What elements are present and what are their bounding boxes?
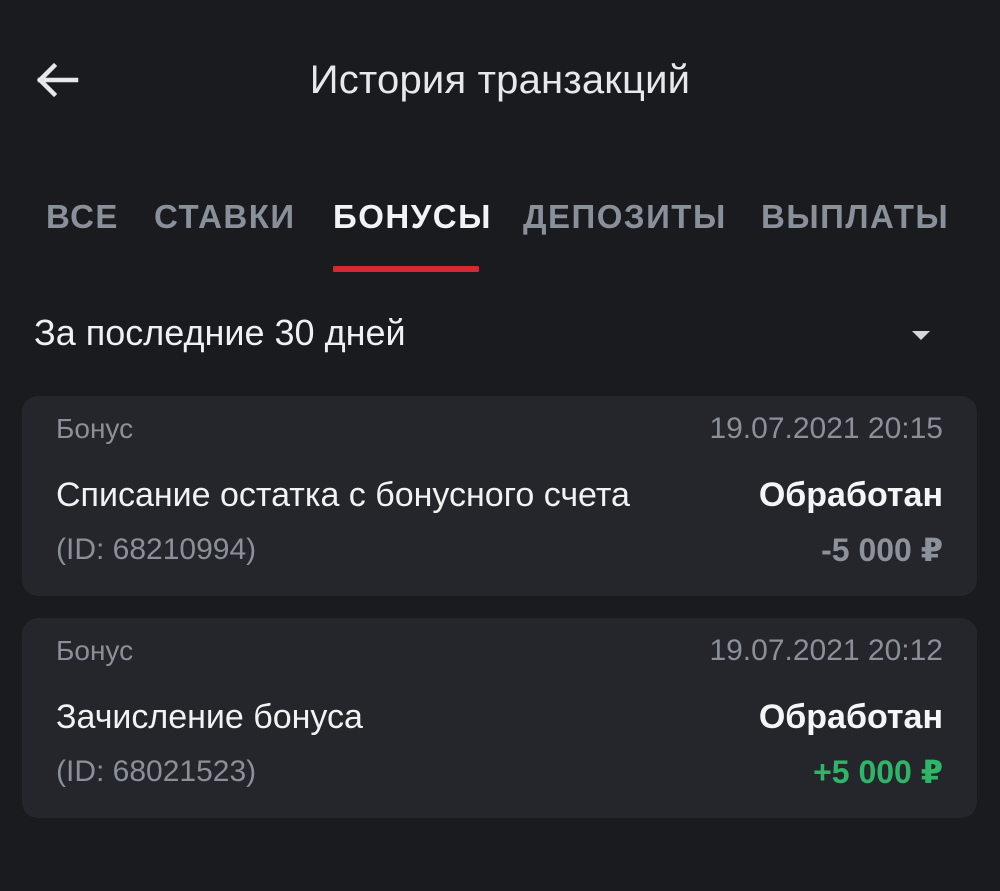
transaction-type: Бонус bbox=[56, 413, 134, 444]
transaction-status: Обработан bbox=[758, 476, 943, 514]
tab-bonuses[interactable]: БОНУСЫ bbox=[333, 190, 492, 274]
transaction-description: Зачисление бонуса bbox=[56, 698, 363, 736]
period-filter-dropdown[interactable]: За последние 30 дней bbox=[0, 300, 1000, 370]
transaction-id: (ID: 68210994) bbox=[56, 533, 257, 566]
transaction-amount: -5 000 ₽ bbox=[821, 532, 943, 568]
tab-payouts[interactable]: ВЫПЛАТЫ bbox=[761, 190, 949, 274]
tab-deposits[interactable]: ДЕПОЗИТЫ bbox=[523, 190, 727, 274]
period-filter-label: За последние 30 дней bbox=[34, 312, 406, 353]
active-tab-indicator bbox=[333, 266, 479, 272]
caret-down-icon bbox=[912, 331, 930, 340]
transaction-id: (ID: 68021523) bbox=[56, 755, 257, 788]
transaction-datetime: 19.07.2021 20:15 bbox=[709, 412, 943, 445]
transaction-card[interactable]: Бонус 19.07.2021 20:12 Зачисление бонуса… bbox=[22, 618, 977, 818]
page-title: История транзакций bbox=[309, 58, 691, 102]
transaction-type: Бонус bbox=[56, 635, 134, 666]
tab-all[interactable]: ВСЕ bbox=[46, 190, 119, 274]
transaction-status: Обработан bbox=[758, 698, 943, 736]
transaction-amount: +5 000 ₽ bbox=[813, 754, 943, 790]
transaction-datetime: 19.07.2021 20:12 bbox=[709, 634, 943, 667]
tab-bar: ВСЕ СТАВКИ БОНУСЫ ДЕПОЗИТЫ ВЫПЛАТЫ bbox=[0, 190, 1000, 274]
tab-bets[interactable]: СТАВКИ bbox=[154, 190, 296, 274]
transaction-card[interactable]: Бонус 19.07.2021 20:15 Списание остатка … bbox=[22, 396, 977, 596]
app-header: История транзакций bbox=[0, 0, 1000, 160]
transaction-description: Списание остатка с бонусного счета bbox=[56, 476, 630, 514]
